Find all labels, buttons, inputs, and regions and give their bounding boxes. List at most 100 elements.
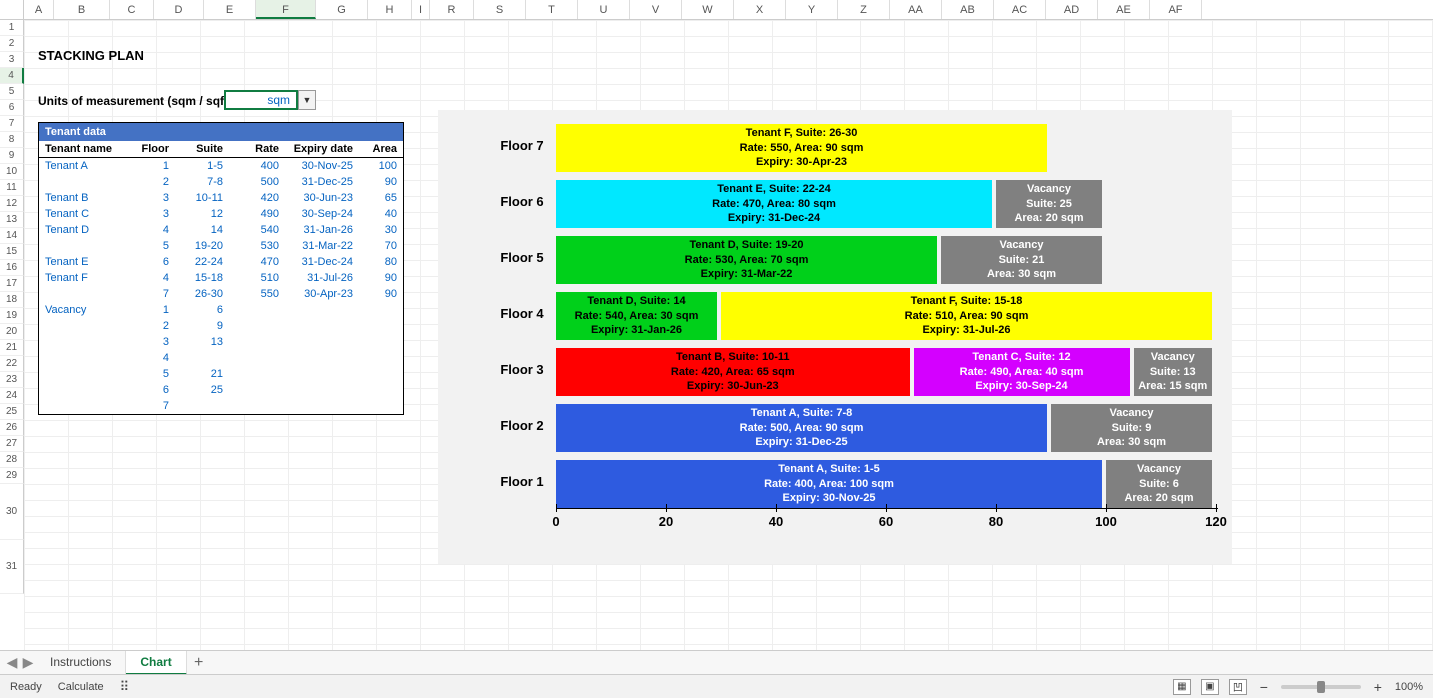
- table-row[interactable]: 521: [39, 366, 403, 382]
- row-header-29[interactable]: 29: [0, 468, 24, 484]
- column-header-T[interactable]: T: [526, 0, 578, 19]
- chart-segment[interactable]: VacancySuite: 25Area: 20 sqm: [996, 180, 1102, 228]
- row-header-30[interactable]: 30: [0, 484, 24, 540]
- cell-name[interactable]: [39, 174, 131, 190]
- cell-floor[interactable]: 6: [131, 254, 175, 270]
- cell-name[interactable]: Tenant F: [39, 270, 131, 286]
- cell-name[interactable]: [39, 334, 131, 350]
- select-all-corner[interactable]: [0, 0, 24, 19]
- cell-area[interactable]: [359, 318, 403, 334]
- cell-rate[interactable]: [229, 350, 285, 366]
- cell-name[interactable]: Tenant C: [39, 206, 131, 222]
- table-row[interactable]: Tenant F415-1851031-Jul-2690: [39, 270, 403, 286]
- cell-exp[interactable]: [285, 366, 359, 382]
- row-header-22[interactable]: 22: [0, 356, 24, 372]
- column-header-U[interactable]: U: [578, 0, 630, 19]
- cell-rate[interactable]: [229, 334, 285, 350]
- chart-segment[interactable]: Tenant D, Suite: 14Rate: 540, Area: 30 s…: [556, 292, 717, 340]
- cell-name[interactable]: [39, 318, 131, 334]
- cell-name[interactable]: [39, 286, 131, 302]
- table-row[interactable]: 519-2053031-Mar-2270: [39, 238, 403, 254]
- cell-rate[interactable]: [229, 366, 285, 382]
- column-header-AC[interactable]: AC: [994, 0, 1046, 19]
- cell-name[interactable]: Vacancy: [39, 302, 131, 318]
- cell-exp[interactable]: [285, 318, 359, 334]
- chart-segment[interactable]: VacancySuite: 6Area: 20 sqm: [1106, 460, 1212, 508]
- row-header-3[interactable]: 3: [0, 52, 24, 68]
- table-row[interactable]: Vacancy16: [39, 302, 403, 318]
- cell-suite[interactable]: 15-18: [175, 270, 229, 286]
- row-header-19[interactable]: 19: [0, 308, 24, 324]
- column-header-AF[interactable]: AF: [1150, 0, 1202, 19]
- sheet-body[interactable]: 1234567891011121314151617181920212223242…: [0, 20, 1433, 650]
- cell-exp[interactable]: [285, 382, 359, 398]
- row-header-7[interactable]: 7: [0, 116, 24, 132]
- table-row[interactable]: Tenant D41454031-Jan-2630: [39, 222, 403, 238]
- cell-exp[interactable]: 31-Dec-25: [285, 174, 359, 190]
- row-header-2[interactable]: 2: [0, 36, 24, 52]
- cell-area[interactable]: [359, 366, 403, 382]
- cell-area[interactable]: 90: [359, 286, 403, 302]
- cell-name[interactable]: [39, 398, 131, 414]
- cell-floor[interactable]: 3: [131, 190, 175, 206]
- row-header-6[interactable]: 6: [0, 100, 24, 116]
- chart-segment[interactable]: Tenant A, Suite: 1-5Rate: 400, Area: 100…: [556, 460, 1102, 508]
- column-header-V[interactable]: V: [630, 0, 682, 19]
- row-header-14[interactable]: 14: [0, 228, 24, 244]
- row-header-9[interactable]: 9: [0, 148, 24, 164]
- column-header-D[interactable]: D: [154, 0, 204, 19]
- chart-segment[interactable]: Tenant B, Suite: 10-11Rate: 420, Area: 6…: [556, 348, 910, 396]
- cell-area[interactable]: 90: [359, 174, 403, 190]
- cell-area[interactable]: [359, 398, 403, 414]
- cell-suite[interactable]: 1-5: [175, 158, 229, 174]
- cell-area[interactable]: [359, 334, 403, 350]
- chart-segment[interactable]: Tenant C, Suite: 12Rate: 490, Area: 40 s…: [914, 348, 1130, 396]
- row-header-8[interactable]: 8: [0, 132, 24, 148]
- table-row[interactable]: 726-3055030-Apr-2390: [39, 286, 403, 302]
- table-row[interactable]: Tenant A11-540030-Nov-25100: [39, 158, 403, 174]
- cell-rate[interactable]: 550: [229, 286, 285, 302]
- column-header-R[interactable]: R: [430, 0, 474, 19]
- cell-area[interactable]: 65: [359, 190, 403, 206]
- cell-floor[interactable]: 2: [131, 318, 175, 334]
- row-header-23[interactable]: 23: [0, 372, 24, 388]
- cell-floor[interactable]: 5: [131, 366, 175, 382]
- cell-suite[interactable]: 7-8: [175, 174, 229, 190]
- column-header-W[interactable]: W: [682, 0, 734, 19]
- units-dropdown-button[interactable]: ▼: [298, 90, 316, 110]
- cell-exp[interactable]: 30-Nov-25: [285, 158, 359, 174]
- table-row[interactable]: Tenant C31249030-Sep-2440: [39, 206, 403, 222]
- cell-floor[interactable]: 1: [131, 302, 175, 318]
- column-header-G[interactable]: G: [316, 0, 368, 19]
- cell-floor[interactable]: 3: [131, 206, 175, 222]
- tab-nav-next[interactable]: ▶: [20, 654, 36, 671]
- row-header-4[interactable]: 4: [0, 68, 24, 84]
- row-header-1[interactable]: 1: [0, 20, 24, 36]
- table-row[interactable]: Tenant E622-2447031-Dec-2480: [39, 254, 403, 270]
- cell-rate[interactable]: [229, 318, 285, 334]
- column-header-X[interactable]: X: [734, 0, 786, 19]
- cell-exp[interactable]: 30-Jun-23: [285, 190, 359, 206]
- sheet-tab-instructions[interactable]: Instructions: [36, 651, 126, 675]
- column-header-B[interactable]: B: [54, 0, 110, 19]
- sheet-tab-bar[interactable]: ◀ ▶ InstructionsChart +: [0, 650, 1433, 674]
- row-header-13[interactable]: 13: [0, 212, 24, 228]
- cell-suite[interactable]: 12: [175, 206, 229, 222]
- tab-nav-prev[interactable]: ◀: [4, 654, 20, 671]
- cell-rate[interactable]: 420: [229, 190, 285, 206]
- cell-rate[interactable]: 400: [229, 158, 285, 174]
- row-header-25[interactable]: 25: [0, 404, 24, 420]
- sheet-tab-chart[interactable]: Chart: [126, 651, 186, 675]
- cell-name[interactable]: [39, 350, 131, 366]
- view-page-layout-button[interactable]: ▣: [1201, 679, 1219, 695]
- column-header-C[interactable]: C: [110, 0, 154, 19]
- stacking-chart[interactable]: Floor 7Tenant F, Suite: 26-30Rate: 550, …: [438, 110, 1232, 564]
- chart-segment[interactable]: VacancySuite: 21Area: 30 sqm: [941, 236, 1102, 284]
- cell-exp[interactable]: 31-Jul-26: [285, 270, 359, 286]
- cell-suite[interactable]: 26-30: [175, 286, 229, 302]
- cell-suite[interactable]: 9: [175, 318, 229, 334]
- row-header-21[interactable]: 21: [0, 340, 24, 356]
- edit-icon[interactable]: ⠿: [120, 679, 130, 695]
- cell-name[interactable]: Tenant D: [39, 222, 131, 238]
- chart-segment[interactable]: VacancySuite: 9Area: 30 sqm: [1051, 404, 1212, 452]
